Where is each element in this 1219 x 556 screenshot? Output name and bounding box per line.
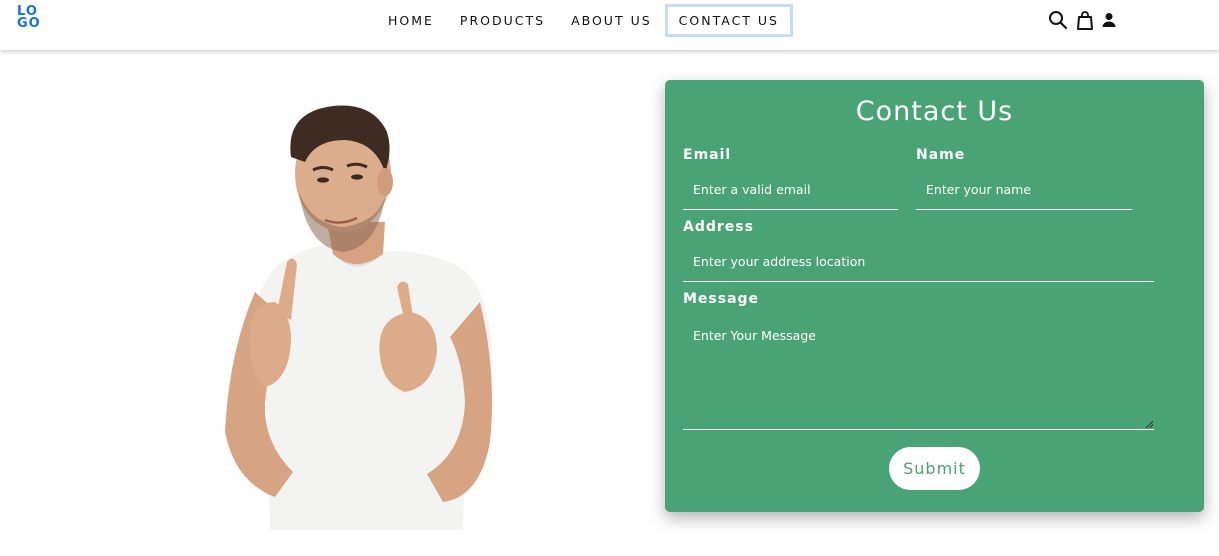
logo[interactable]: LO GO <box>17 5 45 34</box>
search-icon[interactable] <box>1048 10 1068 34</box>
resize-handle-icon[interactable] <box>1145 420 1153 428</box>
message-field[interactable]: Enter Your Message <box>683 318 1154 430</box>
message-placeholder: Enter Your Message <box>693 328 816 343</box>
site-header: LO GO HOME PRODUCTS ABOUT US CONTACT US <box>0 0 1219 50</box>
name-label: Name <box>916 147 966 163</box>
nav-contact-us[interactable]: CONTACT US <box>664 3 793 37</box>
nav-home[interactable]: HOME <box>375 4 447 37</box>
name-placeholder: Enter your name <box>926 182 1032 197</box>
header-icons <box>1048 10 1125 34</box>
submit-button[interactable]: Submit <box>889 447 980 490</box>
nav-products[interactable]: PRODUCTS <box>447 4 558 37</box>
nav-about-us[interactable]: ABOUT US <box>558 4 665 37</box>
email-field[interactable]: Enter a valid email <box>683 172 898 210</box>
contact-title: Contact Us <box>855 96 1014 127</box>
address-field[interactable]: Enter your address location <box>683 244 1154 282</box>
contact-card: Contact Us Email Enter a valid email Nam… <box>665 80 1204 512</box>
hero-photo <box>215 102 500 530</box>
name-field[interactable]: Enter your name <box>916 172 1132 210</box>
email-placeholder: Enter a valid email <box>693 182 811 197</box>
user-icon[interactable] <box>1102 12 1116 32</box>
address-label: Address <box>683 219 754 235</box>
email-label: Email <box>683 147 732 163</box>
address-placeholder: Enter your address location <box>693 254 866 269</box>
main-nav: HOME PRODUCTS ABOUT US CONTACT US <box>375 2 793 38</box>
shopping-bag-icon[interactable] <box>1077 10 1093 34</box>
message-label: Message <box>683 291 760 307</box>
logo-line-2: GO <box>17 16 41 31</box>
